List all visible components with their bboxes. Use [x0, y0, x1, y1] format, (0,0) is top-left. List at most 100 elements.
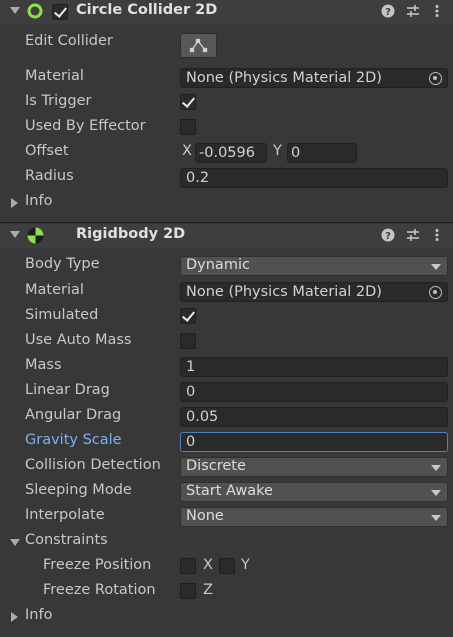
- collision-detection-label: Collision Detection: [25, 457, 161, 473]
- presets-icon[interactable]: [406, 228, 420, 242]
- angular-drag-label: Angular Drag: [25, 407, 122, 423]
- gravity-scale-label: Gravity Scale: [25, 432, 122, 448]
- simulated-checkbox[interactable]: [180, 308, 196, 324]
- offset-label: Offset: [25, 143, 69, 159]
- linear-drag-label: Linear Drag: [25, 382, 110, 398]
- is-trigger-row: Is Trigger: [0, 91, 453, 116]
- edit-collider-label: Edit Collider: [25, 33, 113, 49]
- used-by-effector-label: Used By Effector: [25, 118, 146, 134]
- is-trigger-label: Is Trigger: [25, 93, 92, 109]
- sleeping-mode-value: Start Awake: [186, 483, 273, 499]
- sleeping-mode-label: Sleeping Mode: [25, 482, 132, 498]
- expand-arrow-icon[interactable]: [11, 198, 18, 208]
- radius-field[interactable]: 0.2: [180, 168, 448, 188]
- collider-info-foldout[interactable]: Info: [0, 191, 453, 216]
- info-label: Info: [25, 607, 53, 623]
- offset-y-label[interactable]: Y: [273, 143, 282, 159]
- edit-collider-icon: [189, 38, 208, 53]
- linear-drag-field[interactable]: 0: [180, 382, 448, 402]
- collapse-arrow-icon[interactable]: [10, 539, 20, 546]
- rigidbody-info-foldout[interactable]: Info: [0, 605, 453, 630]
- collision-detection-dropdown[interactable]: Discrete: [180, 457, 448, 477]
- radius-label: Radius: [25, 168, 74, 184]
- use-auto-mass-checkbox[interactable]: [180, 333, 196, 349]
- dropdown-arrow-icon: [431, 264, 441, 270]
- dropdown-arrow-icon: [431, 515, 441, 521]
- component-title: Circle Collider 2D: [76, 2, 218, 18]
- linear-drag-row: Linear Drag 0: [0, 380, 453, 405]
- interpolate-row: Interpolate None: [0, 505, 453, 530]
- more-options-icon[interactable]: [430, 4, 444, 18]
- simulated-row: Simulated: [0, 305, 453, 330]
- expand-arrow-icon[interactable]: [11, 612, 18, 622]
- material-value: None (Physics Material 2D): [186, 284, 382, 300]
- material-object-field[interactable]: None (Physics Material 2D): [180, 68, 448, 88]
- freeze-position-x-checkbox[interactable]: [180, 558, 196, 574]
- body-type-dropdown[interactable]: Dynamic: [180, 256, 448, 276]
- freeze-position-row: Freeze Position X Y: [0, 555, 453, 580]
- used-by-effector-checkbox[interactable]: [180, 119, 196, 135]
- sleeping-mode-dropdown[interactable]: Start Awake: [180, 482, 448, 502]
- collision-detection-row: Collision Detection Discrete: [0, 455, 453, 480]
- constraints-label: Constraints: [25, 532, 108, 548]
- material-label: Material: [25, 282, 84, 298]
- freeze-position-y-checkbox[interactable]: [219, 558, 235, 574]
- help-icon[interactable]: ?: [381, 228, 395, 242]
- rigidbody-header[interactable]: Rigidbody 2D ?: [0, 224, 453, 248]
- offset-x-field[interactable]: -0.0596: [195, 143, 267, 163]
- is-trigger-checkbox[interactable]: [180, 94, 196, 110]
- collapse-arrow-icon[interactable]: [10, 231, 20, 238]
- mass-label: Mass: [25, 357, 62, 373]
- freeze-rotation-row: Freeze Rotation Z: [0, 580, 453, 605]
- dropdown-arrow-icon: [431, 490, 441, 496]
- constraints-foldout[interactable]: Constraints: [0, 530, 453, 555]
- offset-row: Offset X -0.0596 Y 0: [0, 141, 453, 166]
- rigidbody-icon: [27, 227, 44, 244]
- mass-field[interactable]: 1: [180, 357, 448, 377]
- offset-y-field[interactable]: 0: [287, 143, 357, 163]
- object-picker-icon[interactable]: [429, 286, 442, 299]
- interpolate-label: Interpolate: [25, 507, 105, 523]
- collision-detection-value: Discrete: [186, 458, 246, 474]
- freeze-rotation-z-label: Z: [203, 582, 213, 598]
- gravity-scale-row: Gravity Scale 0: [0, 430, 453, 455]
- use-auto-mass-label: Use Auto Mass: [25, 332, 132, 348]
- use-auto-mass-row: Use Auto Mass: [0, 330, 453, 355]
- circle-collider-icon: [27, 3, 43, 19]
- mass-row: Mass 1: [0, 355, 453, 380]
- edit-collider-button[interactable]: [180, 33, 217, 58]
- circle-collider-header[interactable]: Circle Collider 2D ?: [0, 0, 453, 24]
- body-type-value: Dynamic: [186, 257, 250, 273]
- svg-text:?: ?: [385, 7, 391, 18]
- dropdown-arrow-icon: [431, 465, 441, 471]
- angular-drag-field[interactable]: 0.05: [180, 407, 448, 427]
- angular-drag-row: Angular Drag 0.05: [0, 405, 453, 430]
- component-divider: [0, 222, 453, 223]
- offset-x-label[interactable]: X: [182, 143, 192, 159]
- info-label: Info: [25, 193, 53, 209]
- used-by-effector-row: Used By Effector: [0, 116, 453, 141]
- sleeping-mode-row: Sleeping Mode Start Awake: [0, 480, 453, 505]
- freeze-position-label: Freeze Position: [43, 557, 152, 573]
- rigidbody-material-row: Material None (Physics Material 2D): [0, 280, 453, 305]
- component-enabled-checkbox[interactable]: [52, 4, 68, 20]
- object-picker-icon[interactable]: [429, 72, 442, 85]
- material-object-field[interactable]: None (Physics Material 2D): [180, 282, 448, 302]
- freeze-rotation-label: Freeze Rotation: [43, 582, 156, 598]
- collapse-arrow-icon[interactable]: [10, 7, 20, 14]
- simulated-label: Simulated: [25, 307, 99, 323]
- interpolate-dropdown[interactable]: None: [180, 507, 448, 527]
- help-icon[interactable]: ?: [381, 4, 395, 18]
- component-title: Rigidbody 2D: [76, 226, 186, 242]
- freeze-position-y-label: Y: [241, 557, 250, 573]
- freeze-position-x-label: X: [203, 557, 213, 573]
- material-label: Material: [25, 68, 84, 84]
- collider-material-row: Material None (Physics Material 2D): [0, 66, 453, 91]
- presets-icon[interactable]: [406, 4, 420, 18]
- interpolate-value: None: [186, 508, 224, 524]
- more-options-icon[interactable]: [430, 228, 444, 242]
- svg-text:?: ?: [385, 231, 391, 242]
- edit-collider-row: Edit Collider: [0, 31, 453, 58]
- gravity-scale-field[interactable]: 0: [180, 432, 448, 452]
- freeze-rotation-z-checkbox[interactable]: [180, 583, 196, 599]
